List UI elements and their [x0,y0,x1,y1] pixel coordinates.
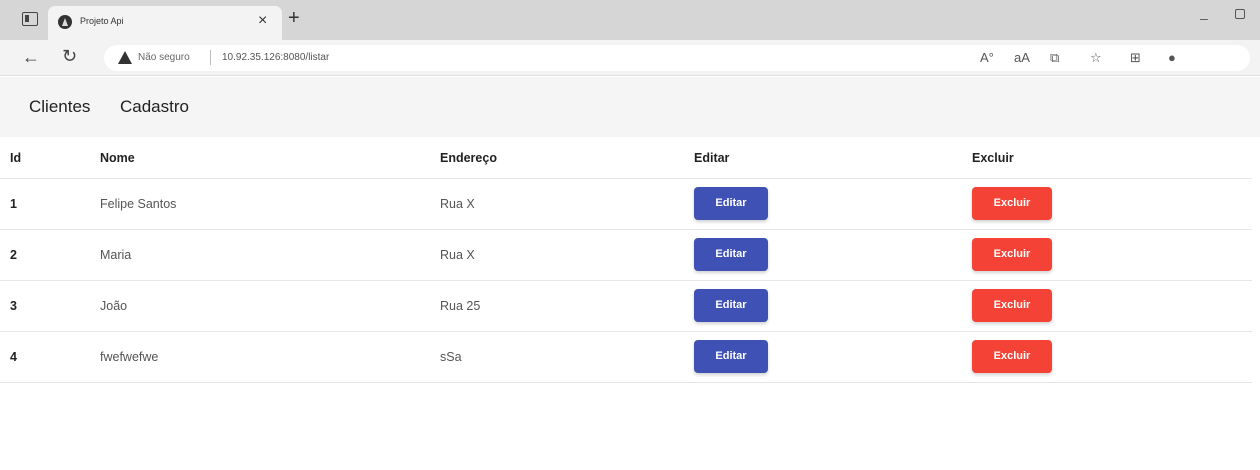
edit-button[interactable]: Editar [694,289,768,322]
delete-button[interactable]: Excluir [972,340,1052,373]
header-endereco: Endereço [440,138,694,179]
cell-nome: Maria [100,229,440,281]
clients-table: Id Nome Endereço Editar Excluir 1 Felipe… [0,138,1252,383]
read-aloud-icon[interactable]: A° [980,50,994,65]
cell-endereco: Rua X [440,229,694,281]
edit-button[interactable]: Editar [694,340,768,373]
profile-avatar-icon[interactable]: ● [1168,50,1176,65]
header-editar: Editar [694,138,972,179]
cell-endereco: Rua 25 [440,280,694,332]
app-favicon-icon [58,15,72,29]
delete-button[interactable]: Excluir [972,187,1052,220]
security-label[interactable]: Não seguro [138,52,190,63]
warning-icon[interactable] [118,51,132,64]
app-navbar: Clientes Cadastro [0,77,1260,137]
reload-icon[interactable]: ↻ [62,46,77,67]
browser-tabstrip: Projeto Api × + – [0,0,1260,40]
delete-button[interactable]: Excluir [972,289,1052,322]
cell-editar: Editar [694,280,972,332]
cell-editar: Editar [694,331,972,383]
close-icon[interactable]: × [258,13,267,29]
header-excluir: Excluir [972,138,1252,179]
url-text[interactable]: 10.92.35.126:8080/listar [222,52,329,63]
browser-toolbar: ← ↻ Não seguro 10.92.35.126:8080/listar … [0,40,1260,76]
address-separator [210,50,211,65]
delete-button[interactable]: Excluir [972,238,1052,271]
cell-excluir: Excluir [972,229,1252,281]
header-nome: Nome [100,138,440,179]
tab-title: Projeto Api [80,16,124,26]
edit-button[interactable]: Editar [694,187,768,220]
table-header-row: Id Nome Endereço Editar Excluir [0,138,1252,179]
header-id: Id [0,138,100,179]
cell-endereco: sSa [440,331,694,383]
back-arrow-icon[interactable]: ← [22,47,40,68]
font-size-icon[interactable]: aA [1014,50,1030,65]
cell-nome: João [100,280,440,332]
collections-icon[interactable]: ⊞ [1130,50,1141,66]
favorites-star-icon[interactable]: ☆ [1090,50,1102,66]
plus-icon[interactable]: + [288,8,300,28]
cell-editar: Editar [694,178,972,230]
cell-excluir: Excluir [972,280,1252,332]
table-row: 4 fwefwefwe sSa Editar Excluir [0,331,1252,383]
cell-excluir: Excluir [972,331,1252,383]
table-row: 2 Maria Rua X Editar Excluir [0,229,1252,281]
cell-editar: Editar [694,229,972,281]
nav-link-clientes[interactable]: Clientes [29,97,90,117]
cell-endereco: Rua X [440,178,694,230]
cell-id: 3 [0,280,100,332]
cell-nome: fwefwefwe [100,331,440,383]
nav-link-cadastro[interactable]: Cadastro [120,97,189,117]
edit-button[interactable]: Editar [694,238,768,271]
table-row: 1 Felipe Santos Rua X Editar Excluir [0,178,1252,230]
cell-id: 2 [0,229,100,281]
browser-tab[interactable]: Projeto Api × [48,6,282,40]
cell-excluir: Excluir [972,178,1252,230]
cell-id: 1 [0,178,100,230]
address-bar[interactable]: Não seguro 10.92.35.126:8080/listar A° a… [104,45,1250,71]
cell-nome: Felipe Santos [100,178,440,230]
extensions-icon[interactable]: ⧉ [1050,50,1059,66]
maximize-icon[interactable] [1235,9,1245,19]
tab-actions-icon[interactable] [22,12,38,26]
cell-id: 4 [0,331,100,383]
table-row: 3 João Rua 25 Editar Excluir [0,280,1252,332]
minimize-icon[interactable]: – [1200,10,1208,26]
